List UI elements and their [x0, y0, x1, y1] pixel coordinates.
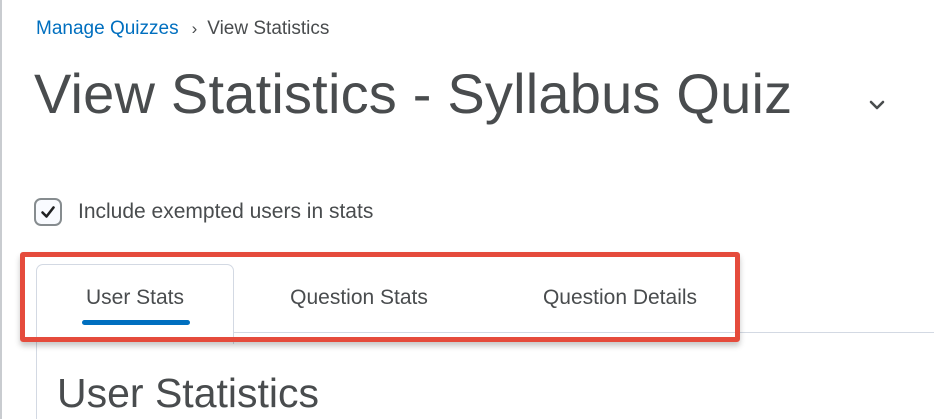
page-title: View Statistics - Syllabus Quiz	[34, 62, 793, 125]
breadcrumb-separator: ›	[191, 19, 198, 38]
section-title: User Statistics	[57, 370, 319, 416]
include-exempted-label: Include exempted users in stats	[78, 200, 374, 223]
include-exempted-checkbox[interactable]	[34, 198, 62, 226]
checkmark-icon	[41, 206, 55, 218]
page-left-border	[0, 0, 2, 419]
tab-user-stats[interactable]: User Stats	[36, 282, 234, 314]
breadcrumb-current: View Statistics	[207, 18, 330, 39]
tab-selected-indicator	[82, 320, 190, 325]
breadcrumb-link-manage-quizzes[interactable]: Manage Quizzes	[36, 18, 179, 39]
tab-question-details[interactable]: Question Details	[505, 282, 735, 314]
tab-panel-border	[36, 344, 37, 419]
include-exempted-option: Include exempted users in stats	[34, 195, 373, 229]
breadcrumb: Manage Quizzes › View Statistics	[36, 17, 329, 41]
title-context-menu-button[interactable]	[868, 96, 886, 114]
tab-list-divider	[234, 332, 934, 333]
tab-question-stats[interactable]: Question Stats	[258, 282, 460, 314]
chevron-down-icon	[869, 100, 885, 110]
